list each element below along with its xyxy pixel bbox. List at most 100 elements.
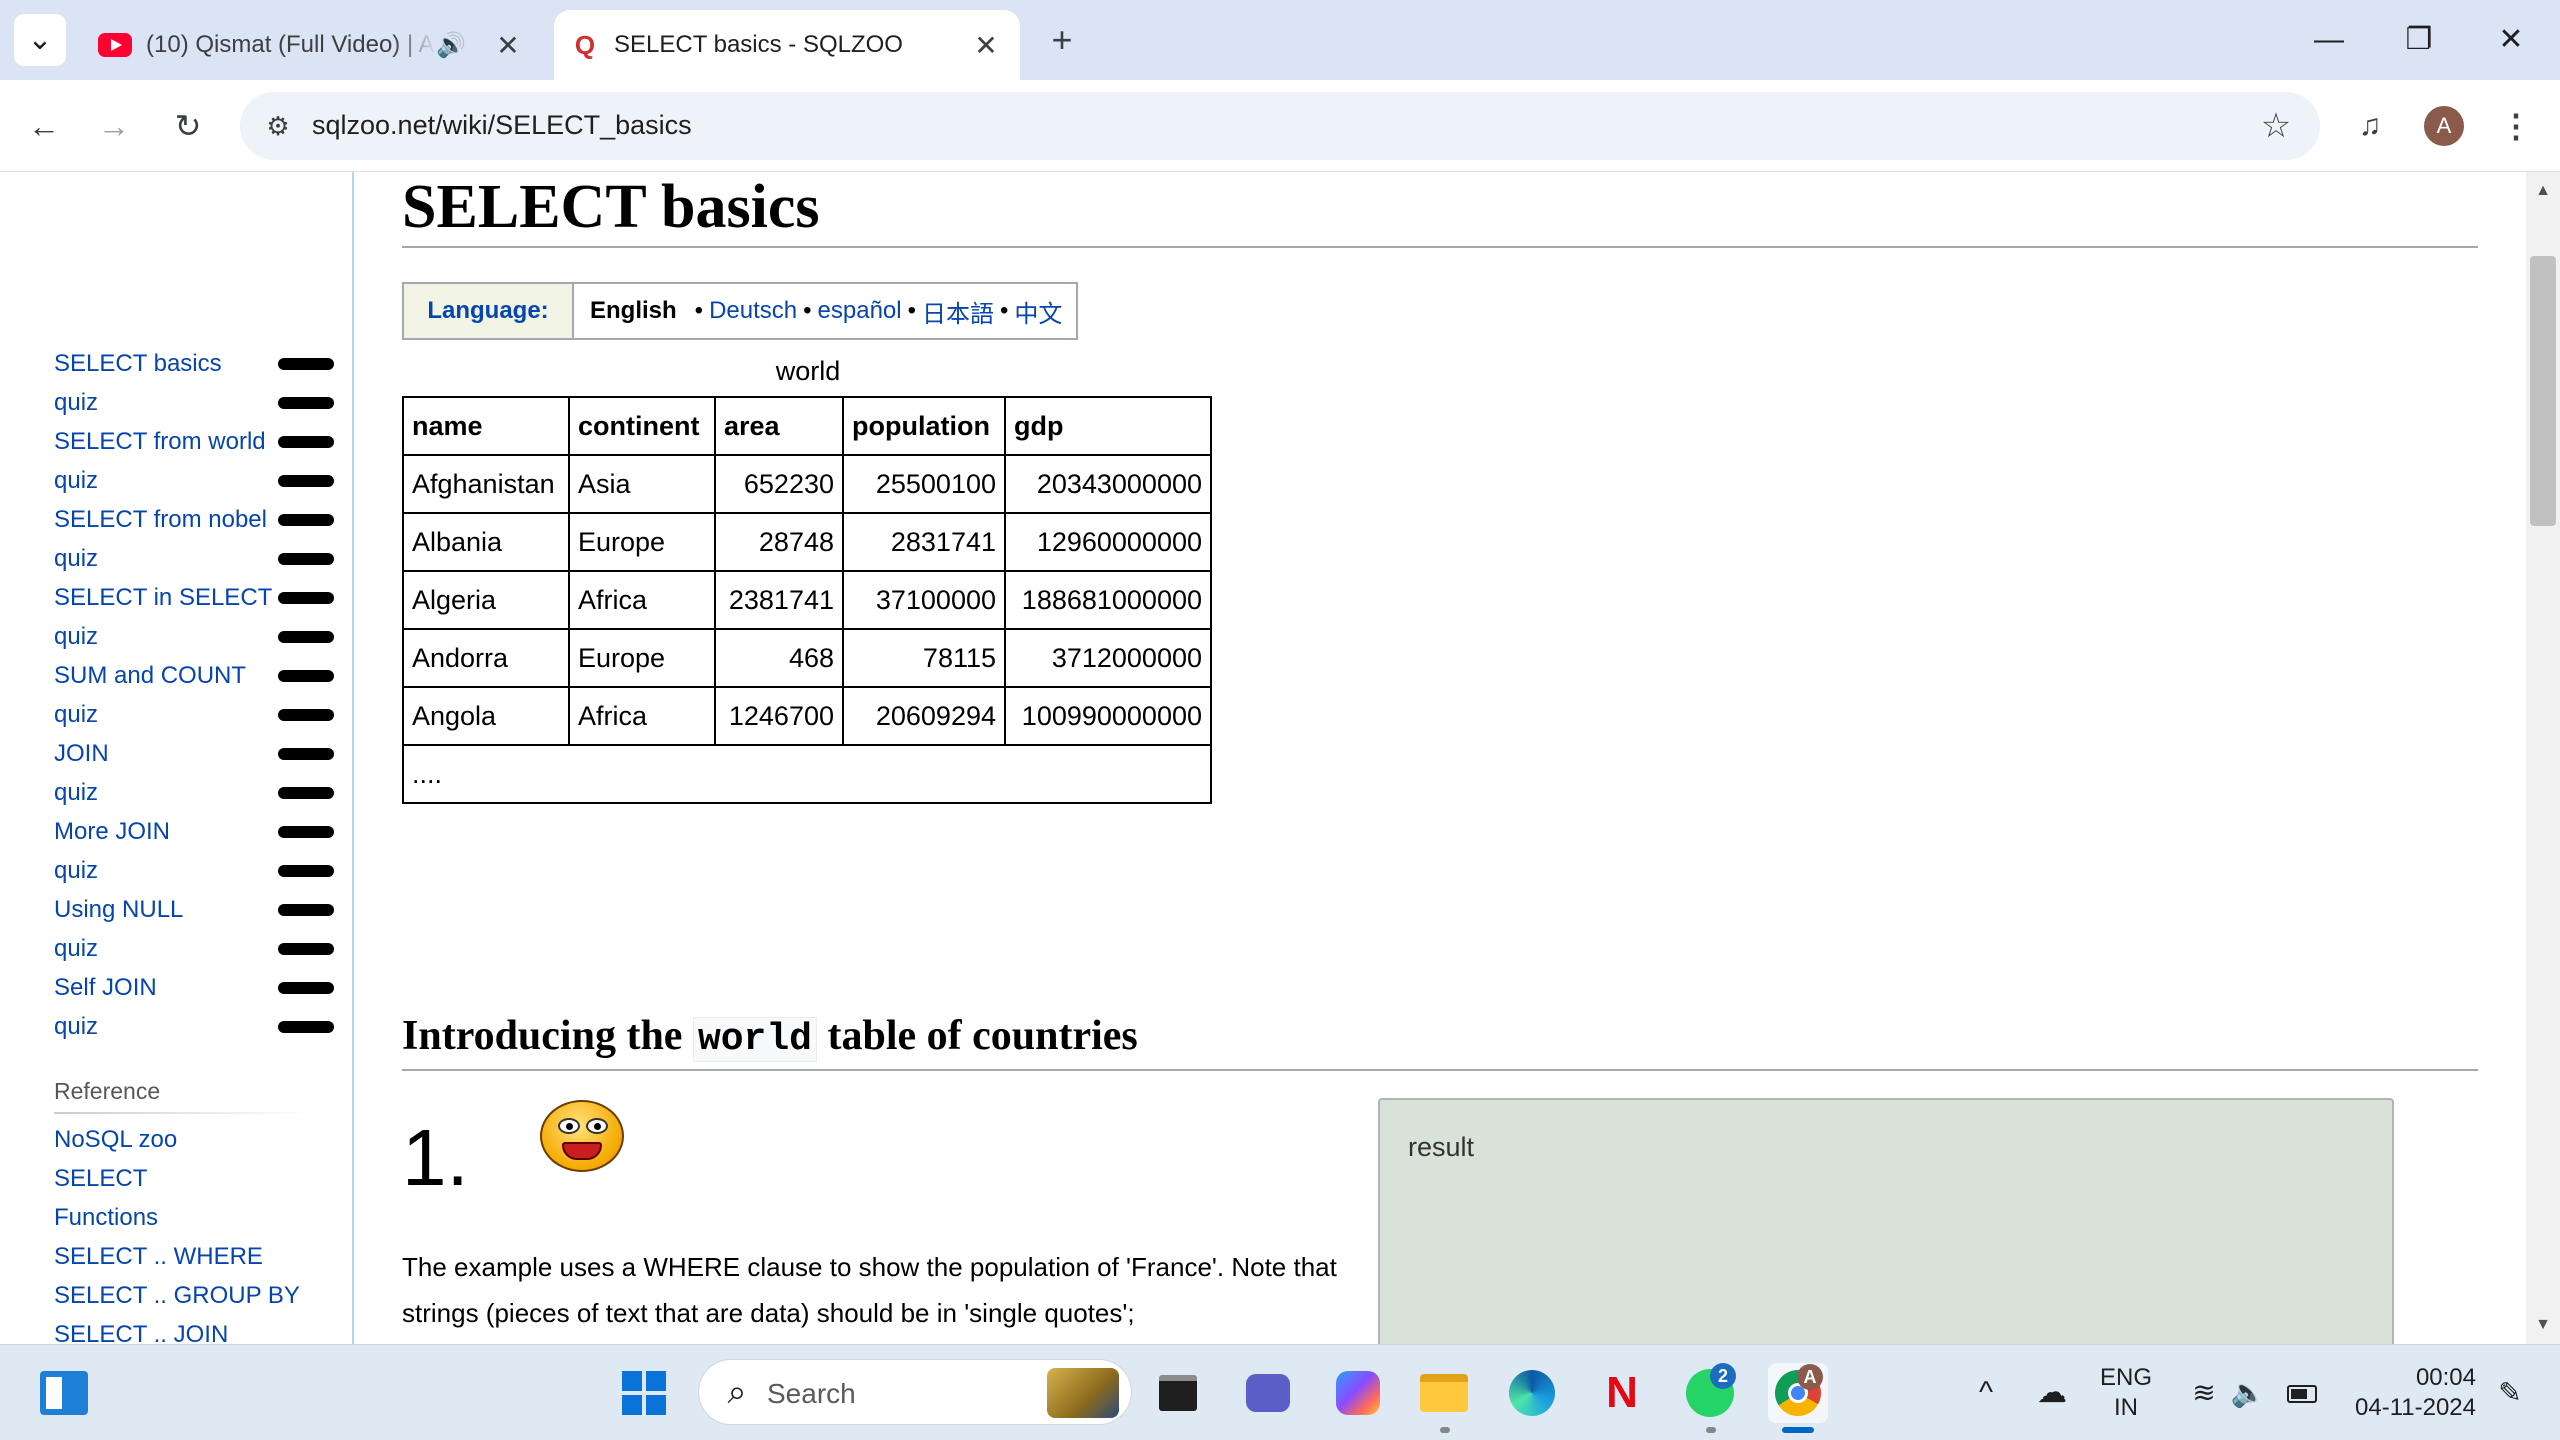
table-cell: 20609294 bbox=[842, 686, 1006, 746]
tab-sqlzoo[interactable]: Q SELECT basics - SQLZOO ✕ bbox=[554, 10, 1020, 80]
sidebar-tutorial-link[interactable]: SELECT in SELECT bbox=[54, 584, 272, 612]
language-link-japanese[interactable]: 日本語 bbox=[922, 294, 994, 329]
restore-button[interactable]: ❐ bbox=[2374, 14, 2464, 66]
sidebar-quiz-link[interactable]: quiz bbox=[54, 545, 98, 573]
forward-button[interactable]: → bbox=[90, 102, 138, 150]
language-link-deutsch[interactable]: Deutsch bbox=[709, 297, 797, 325]
table-cell: 20343000000 bbox=[1004, 454, 1212, 514]
progress-marker bbox=[278, 358, 334, 370]
table-cell: Europe bbox=[568, 512, 716, 572]
system-clock[interactable]: 00:04 04-11-2024 bbox=[2340, 1363, 2476, 1423]
sidebar-tutorial-link[interactable]: SELECT from world bbox=[54, 428, 266, 456]
sidebar-reference-link[interactable]: SELECT .. GROUP BY bbox=[54, 1282, 300, 1310]
profile-avatar[interactable]: A bbox=[2424, 106, 2464, 146]
sidebar-reference-link[interactable]: SELECT .. JOIN bbox=[54, 1321, 228, 1344]
wifi-icon[interactable]: ≋ bbox=[2184, 1367, 2224, 1419]
table-row: Albania Europe 28748 2831741 12960000000 bbox=[402, 512, 1212, 572]
tab-search-dropdown[interactable]: ⌄ bbox=[14, 14, 66, 66]
table-cell: 37100000 bbox=[842, 570, 1006, 630]
task-view-icon[interactable] bbox=[1148, 1363, 1208, 1423]
close-window-button[interactable]: ✕ bbox=[2466, 14, 2556, 66]
profile-badge: A bbox=[1797, 1364, 1823, 1390]
sidebar-reference-link[interactable]: Functions bbox=[54, 1204, 158, 1232]
region-code: IN bbox=[2114, 1394, 2138, 1421]
edge-browser-icon[interactable] bbox=[1502, 1363, 1562, 1423]
new-tab-button[interactable]: + bbox=[1040, 18, 1084, 62]
scroll-up-arrow-icon[interactable]: ▲ bbox=[2526, 176, 2560, 206]
windows-start-icon[interactable] bbox=[614, 1363, 674, 1423]
page-scrollbar[interactable]: ▲ ▼ bbox=[2526, 172, 2560, 1344]
tab-youtube[interactable]: (10) Qismat (Full Video) | Ammy Virk 🔊 ✕ bbox=[82, 10, 542, 80]
sidebar-tutorial-link[interactable]: SELECT basics bbox=[54, 350, 222, 378]
sidebar-reference-link[interactable]: SELECT bbox=[54, 1165, 147, 1193]
teams-meet-icon[interactable] bbox=[1238, 1363, 1298, 1423]
scrollbar-thumb[interactable] bbox=[2530, 256, 2556, 526]
sidebar-quiz-link[interactable]: quiz bbox=[54, 467, 98, 495]
netflix-icon[interactable]: N bbox=[1592, 1363, 1652, 1423]
table-cell: Algeria bbox=[402, 570, 570, 630]
sidebar-tutorial-link[interactable]: SUM and COUNT bbox=[54, 662, 246, 690]
language-separator: • bbox=[803, 297, 812, 324]
search-icon: ⌕ bbox=[727, 1373, 747, 1411]
sidebar-tutorial-link[interactable]: More JOIN bbox=[54, 818, 170, 846]
progress-marker bbox=[278, 514, 334, 526]
chrome-browser-icon[interactable]: A bbox=[1768, 1363, 1828, 1433]
notification-bell-icon[interactable]: ✎ bbox=[2490, 1367, 2530, 1419]
scroll-down-arrow-icon[interactable]: ▼ bbox=[2526, 1310, 2560, 1340]
progress-marker bbox=[278, 865, 334, 877]
table-cell: Asia bbox=[568, 454, 716, 514]
sidebar-tutorial-link[interactable]: JOIN bbox=[54, 740, 109, 768]
sidebar-quiz-link[interactable]: quiz bbox=[54, 857, 98, 885]
sidebar-tutorial-link[interactable]: SELECT from nobel bbox=[54, 506, 267, 534]
language-list: English • Deutsch • español • 日本語 • 中文 bbox=[574, 284, 1076, 338]
section-heading-text: Introducing the bbox=[402, 1013, 693, 1059]
world-table: name continent area population gdp Afgha… bbox=[402, 396, 1212, 804]
progress-marker bbox=[278, 1021, 334, 1033]
minimize-button[interactable]: — bbox=[2284, 14, 2374, 66]
back-button[interactable]: ← bbox=[20, 102, 68, 150]
sidebar-quiz-link[interactable]: quiz bbox=[54, 935, 98, 963]
clock-date: 04-11-2024 bbox=[2355, 1394, 2476, 1421]
input-language-indicator[interactable]: ENG IN bbox=[2100, 1363, 2152, 1423]
section-heading-code: world bbox=[692, 1017, 817, 1062]
table-cell: 78115 bbox=[842, 628, 1006, 688]
site-info-icon[interactable]: ⚙ bbox=[258, 106, 298, 146]
sidebar-tutorial-link[interactable]: Self JOIN bbox=[54, 974, 157, 1002]
close-tab-button[interactable]: ✕ bbox=[490, 29, 526, 62]
bookmark-star-icon[interactable]: ☆ bbox=[2252, 102, 2300, 150]
sidebar-reference-link[interactable]: NoSQL zoo bbox=[54, 1126, 177, 1154]
sidebar-reference-link[interactable]: SELECT .. WHERE bbox=[54, 1243, 263, 1271]
language-link-chinese[interactable]: 中文 bbox=[1014, 294, 1062, 329]
table-cell: 188681000000 bbox=[1004, 570, 1212, 630]
show-hidden-icons-chevron[interactable]: ^ bbox=[1966, 1367, 2006, 1419]
browser-menu-button[interactable]: ⋮ bbox=[2492, 102, 2540, 150]
progress-marker bbox=[278, 397, 334, 409]
onedrive-cloud-icon[interactable]: ☁ bbox=[2030, 1367, 2074, 1419]
media-control-icon[interactable]: ♫ bbox=[2346, 102, 2394, 150]
progress-marker bbox=[278, 943, 334, 955]
table-cell: 2381741 bbox=[714, 570, 844, 630]
question-number: 1. bbox=[402, 1113, 469, 1202]
language-code: ENG bbox=[2100, 1364, 2153, 1391]
language-link-espanol[interactable]: español bbox=[818, 297, 902, 325]
sidebar-quiz-link[interactable]: quiz bbox=[54, 701, 98, 729]
sidebar-tutorial-link[interactable]: Using NULL bbox=[54, 896, 183, 924]
speaker-icon[interactable]: 🔊 bbox=[436, 31, 466, 60]
whatsapp-icon[interactable]: 2 bbox=[1680, 1363, 1740, 1433]
taskbar-search-box[interactable]: ⌕ Search bbox=[698, 1359, 1132, 1425]
file-explorer-icon[interactable] bbox=[1414, 1363, 1474, 1433]
sidebar-quiz-link[interactable]: quiz bbox=[54, 623, 98, 651]
sidebar-quiz-link[interactable]: quiz bbox=[54, 779, 98, 807]
battery-icon[interactable] bbox=[2280, 1367, 2324, 1419]
column-header-population: population bbox=[842, 396, 1006, 456]
sidebar-quiz-link[interactable]: quiz bbox=[54, 389, 98, 417]
copilot-icon[interactable] bbox=[1328, 1363, 1388, 1423]
url-text[interactable]: sqlzoo.net/wiki/SELECT_basics bbox=[312, 110, 692, 141]
widgets-icon[interactable] bbox=[34, 1363, 94, 1423]
column-header-gdp: gdp bbox=[1004, 396, 1212, 456]
sidebar-quiz-link[interactable]: quiz bbox=[54, 1013, 98, 1041]
close-tab-button[interactable]: ✕ bbox=[968, 29, 1004, 62]
volume-icon[interactable]: 🔈 bbox=[2228, 1367, 2268, 1419]
address-bar[interactable]: ⚙ sqlzoo.net/wiki/SELECT_basics ☆ bbox=[240, 92, 2320, 160]
reload-button[interactable]: ↻ bbox=[164, 102, 212, 150]
